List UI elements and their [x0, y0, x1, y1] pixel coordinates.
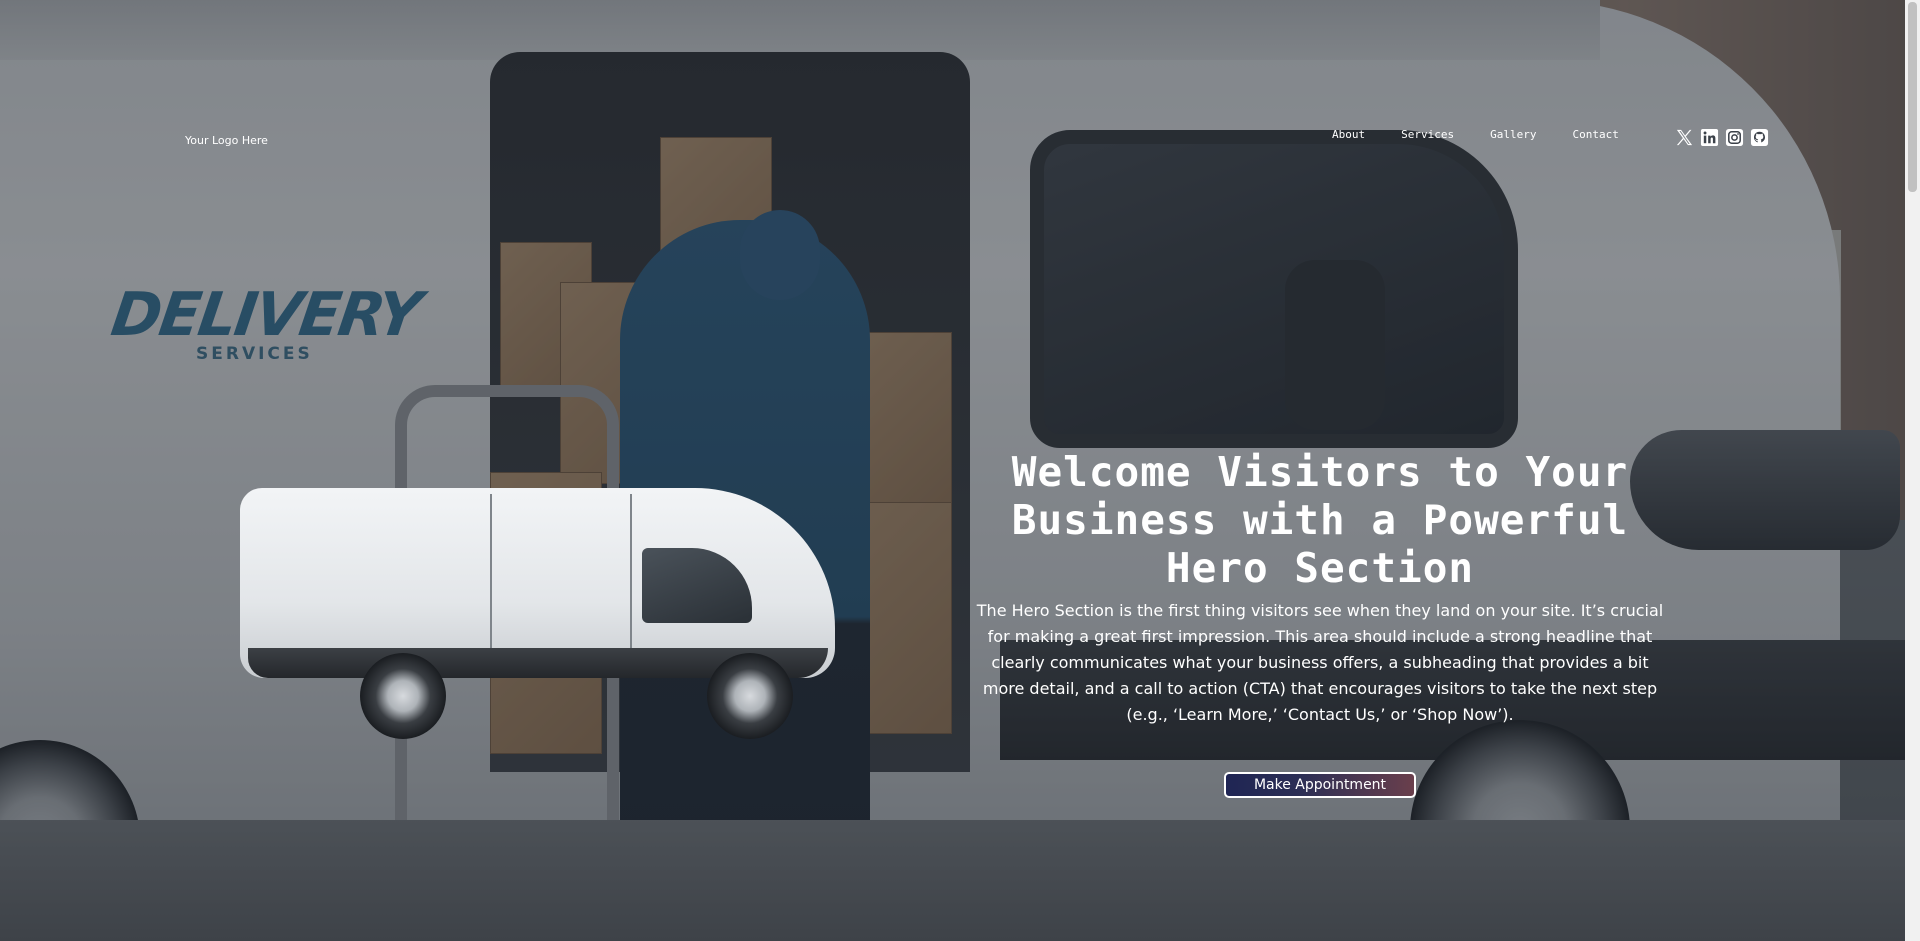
- site-logo[interactable]: Your Logo Here: [185, 134, 268, 147]
- make-appointment-button[interactable]: Make Appointment: [1224, 772, 1416, 798]
- van-illustration-front-wheel: [707, 653, 793, 739]
- instagram-icon[interactable]: [1725, 128, 1744, 147]
- site-header: Your Logo Here About Services Gallery Co…: [0, 0, 1905, 200]
- van-illustration: [240, 488, 835, 739]
- nav-link-about[interactable]: About: [1332, 128, 1365, 141]
- hero-subtitle: The Hero Section is the first thing visi…: [976, 601, 1664, 724]
- page-scrollbar[interactable]: [1905, 0, 1920, 941]
- hero-title: Welcome Visitors to Your Business with a…: [1011, 448, 1629, 592]
- github-icon[interactable]: [1750, 128, 1769, 147]
- nav-link-gallery[interactable]: Gallery: [1490, 128, 1536, 141]
- nav-link-contact[interactable]: Contact: [1572, 128, 1618, 141]
- linkedin-icon[interactable]: [1700, 128, 1719, 147]
- scrollbar-thumb[interactable]: [1908, 2, 1917, 192]
- hero-section: Welcome Visitors to Your Business with a…: [960, 448, 1680, 798]
- main-nav: About Services Gallery Contact: [1332, 128, 1619, 141]
- x-icon[interactable]: [1675, 128, 1694, 147]
- nav-link-services[interactable]: Services: [1401, 128, 1454, 141]
- social-links: [1675, 128, 1769, 147]
- van-illustration-rear-wheel: [360, 653, 446, 739]
